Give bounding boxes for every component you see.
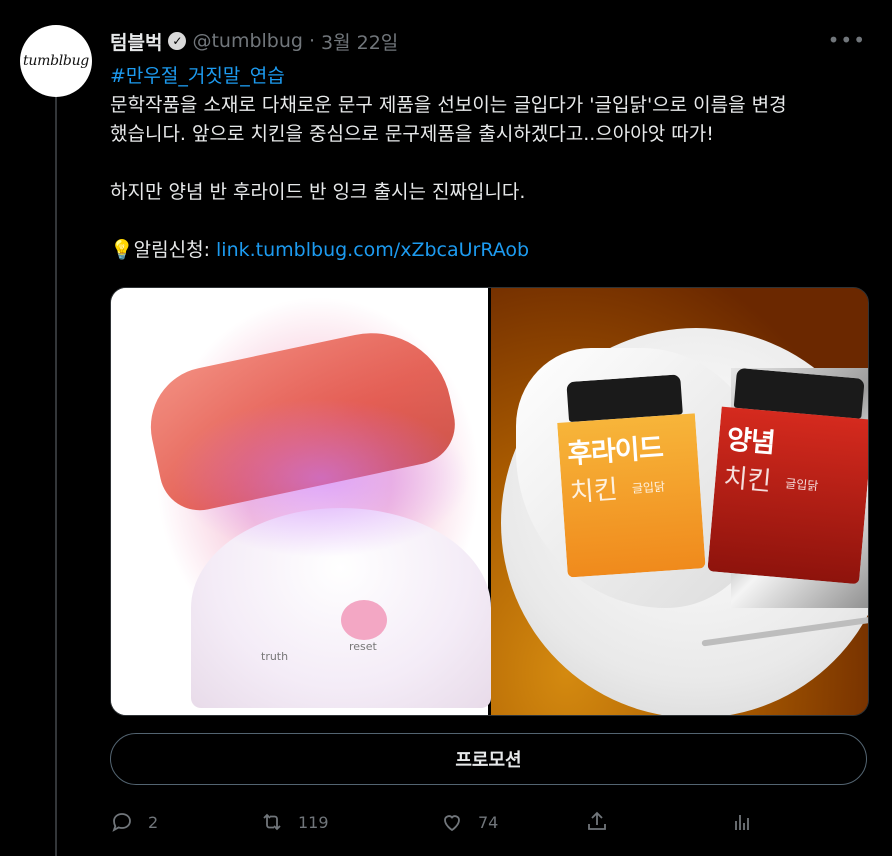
lightning-glow (171, 398, 471, 558)
tweet-actions: 2 119 74 (110, 806, 770, 838)
device-label-truth: truth (261, 650, 289, 663)
jar1-sub: 치킨 (569, 474, 619, 509)
media-image-left[interactable]: truth reset (111, 288, 491, 715)
media-grid: truth reset 후라이드 치킨 글입닭 양념 치킨 글입닭 (110, 287, 869, 716)
tweet-line-2: 했습니다. 앞으로 치킨을 중심으로 문구제품을 출시하겠다고..으아아앗 따가… (110, 123, 714, 145)
thread-line (55, 96, 57, 856)
jar1-brand: 글입닭 (631, 479, 666, 496)
analytics-button[interactable] (730, 810, 754, 834)
retweet-button[interactable]: 119 (260, 810, 440, 834)
tweet-date[interactable]: 3월 22일 (321, 28, 398, 55)
reply-count: 2 (148, 812, 159, 832)
tweet-text: #만우절_거짓말_연습 문학작품을 소재로 다채로운 문구 제품을 선보이는 글… (110, 62, 870, 265)
avatar[interactable]: tumblbug (20, 25, 92, 97)
notice-label: 💡알림신청: (110, 239, 217, 261)
like-count: 74 (478, 812, 499, 832)
retweet-icon (263, 813, 281, 831)
reply-icon (112, 813, 131, 832)
author-name[interactable]: 텀블벅 (110, 28, 162, 55)
tweet-line-1: 문학작품을 소재로 다채로운 문구 제품을 선보이는 글입다가 '글입닭'으로 … (110, 94, 787, 116)
ink-jar-fried: 후라이드 치킨 글입닭 (554, 373, 706, 578)
line-spacer (110, 149, 870, 178)
media-image-right[interactable]: 후라이드 치킨 글입닭 양념 치킨 글입닭 (491, 288, 868, 715)
hashtag-link[interactable]: #만우절_거짓말_연습 (110, 65, 285, 87)
tweet-header: 텀블벅 ✓ @tumblbug · 3월 22일 (110, 28, 398, 54)
share-button[interactable] (585, 810, 730, 834)
jar-body: 양념 치킨 글입닭 (707, 406, 868, 585)
avatar-logo-text: tumblbug (23, 53, 89, 69)
share-icon (588, 811, 606, 830)
jar-body: 후라이드 치킨 글입닭 (557, 413, 706, 578)
tweet-line-3: 하지만 양념 반 후라이드 반 잉크 출시는 진짜입니다. (110, 181, 526, 203)
line-spacer (110, 207, 870, 236)
like-button[interactable]: 74 (440, 810, 585, 834)
separator-dot: · (308, 30, 316, 52)
jar2-title: 양념 (725, 424, 776, 460)
analytics-icon (735, 815, 749, 830)
retweet-count: 119 (298, 812, 329, 832)
verified-badge-icon: ✓ (168, 32, 187, 50)
ink-jar-seasoned: 양념 치킨 글입닭 (707, 367, 868, 585)
notice-link[interactable]: link.tumblbug.com/xZbcaUrRAob (216, 239, 529, 261)
promotion-button[interactable]: 프로모션 (110, 733, 867, 785)
heart-icon (444, 815, 460, 832)
jar2-sub: 치킨 (722, 463, 773, 498)
jar1-title: 후라이드 (566, 432, 664, 471)
more-options-icon[interactable]: ••• (828, 28, 866, 52)
reply-button[interactable]: 2 (110, 810, 260, 834)
jar2-brand: 글입닭 (784, 476, 819, 494)
device-button (341, 600, 387, 640)
author-handle[interactable]: @tumblbug (192, 30, 303, 52)
device-label-reset: reset (349, 640, 377, 653)
